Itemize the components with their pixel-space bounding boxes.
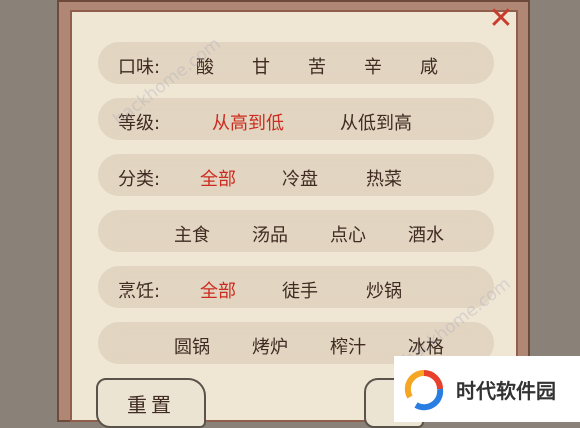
cooking-option-wok[interactable]: 炒锅 <box>366 277 402 303</box>
watermark-badge: 时代软件园 <box>394 356 580 422</box>
category-option-all[interactable]: 全部 <box>200 165 236 191</box>
category-label: 分类: <box>118 169 161 190</box>
taste-label: 口味: <box>118 57 161 78</box>
taste-option-sweet[interactable]: 甘 <box>252 53 270 79</box>
cooking-option-oven[interactable]: 烤炉 <box>252 333 288 359</box>
category-option-hot[interactable]: 热菜 <box>366 165 402 191</box>
taste-option-bitter[interactable]: 苦 <box>308 53 326 79</box>
close-button[interactable]: ✕ <box>484 0 518 36</box>
cooking-option-all[interactable]: 全部 <box>200 277 236 303</box>
reset-button-label: 重置 <box>127 392 175 417</box>
cooking-option-juicer[interactable]: 榨汁 <box>330 333 366 359</box>
category-option-staple[interactable]: 主食 <box>174 221 210 247</box>
category-option-drinks[interactable]: 酒水 <box>408 221 444 247</box>
level-option-low-to-high[interactable]: 从低到高 <box>340 109 412 135</box>
category-option-dessert[interactable]: 点心 <box>330 221 366 247</box>
taste-option-salty[interactable]: 咸 <box>420 53 438 79</box>
cooking-label: 烹饪: <box>118 281 161 302</box>
category-option-soup[interactable]: 汤品 <box>252 221 288 247</box>
cooking-option-bare-hands[interactable]: 徒手 <box>282 277 318 303</box>
cooking-option-round-pot[interactable]: 圆锅 <box>174 333 210 359</box>
brand-name: 时代软件园 <box>456 378 556 403</box>
brand-logo-icon <box>402 367 446 411</box>
reset-button[interactable]: 重置 <box>96 378 206 428</box>
category-option-cold[interactable]: 冷盘 <box>282 165 318 191</box>
level-option-high-to-low[interactable]: 从高到低 <box>212 109 284 135</box>
close-icon: ✕ <box>488 0 514 36</box>
taste-option-spicy[interactable]: 辛 <box>364 53 382 79</box>
